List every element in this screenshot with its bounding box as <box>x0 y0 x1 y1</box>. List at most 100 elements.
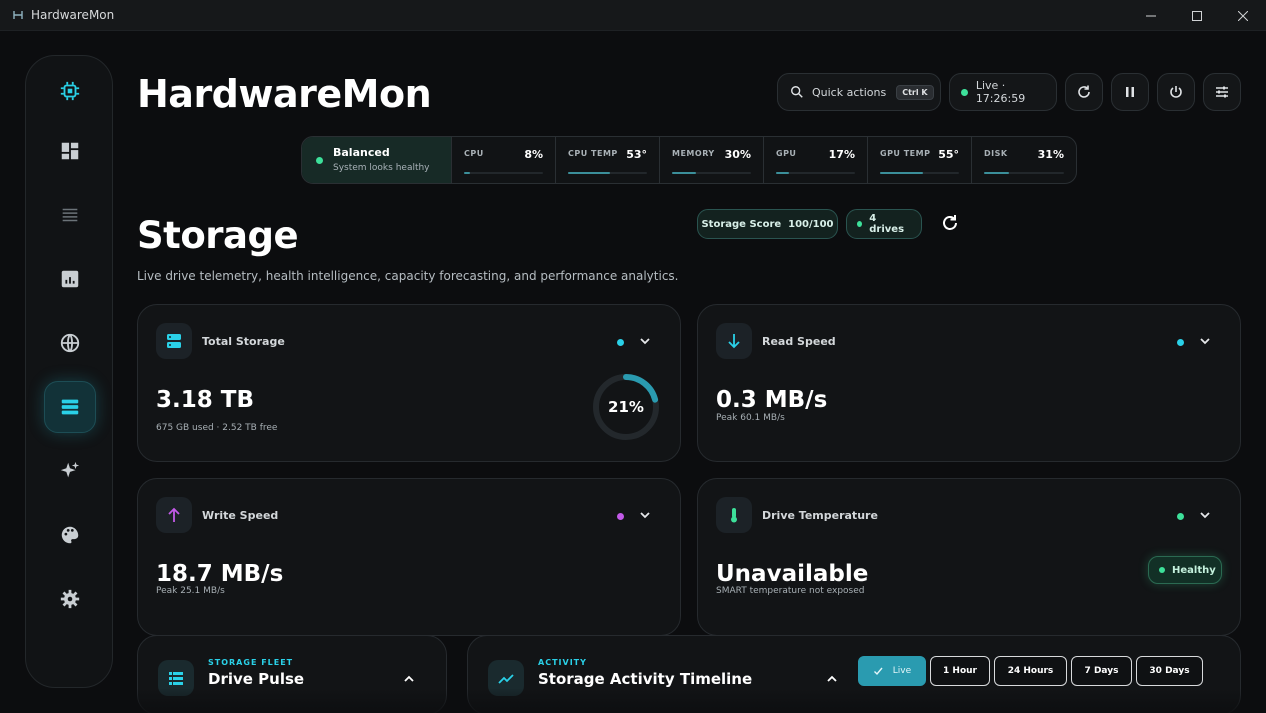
sidebar-item-analytics[interactable] <box>44 253 96 305</box>
quick-actions-label: Quick actions <box>812 85 887 99</box>
mode-sub: System looks healthy <box>333 163 430 173</box>
drives-badge[interactable]: 4 drives <box>846 209 922 239</box>
metric-cpu-temp: CPU TEMP 53° <box>556 137 660 183</box>
status-dot <box>1177 513 1184 520</box>
power-icon <box>1170 86 1182 98</box>
live-status: Live · 17:26:59 <box>949 73 1057 111</box>
metric-value: 30% <box>724 148 751 161</box>
title-bar: HardwareMon <box>0 0 1266 31</box>
metric-value: 8% <box>524 148 543 161</box>
metric-value: 17% <box>828 148 855 161</box>
card-sub: Peak 25.1 MB/s <box>156 586 225 596</box>
chevron-down-icon[interactable] <box>638 334 652 348</box>
card-label: Drive Temperature <box>762 509 878 522</box>
panel-kicker: ACTIVITY <box>538 658 587 667</box>
sidebar-item-network[interactable] <box>44 317 96 369</box>
card-sub: 675 GB used · 2.52 TB free <box>156 423 278 433</box>
metric-value: 31% <box>1037 148 1064 161</box>
refresh-icon <box>1078 85 1090 98</box>
check-icon <box>873 667 883 676</box>
chevron-down-icon[interactable] <box>638 508 652 522</box>
sidebar-item-storage[interactable] <box>44 381 96 433</box>
metric-bar <box>984 172 1064 174</box>
panel-title: Storage Activity Timeline <box>538 670 753 688</box>
thermometer-icon <box>731 508 737 523</box>
healthy-badge: Healthy <box>1148 556 1222 584</box>
card-value: 0.3 MB/s <box>716 387 828 413</box>
app-icon <box>11 8 25 22</box>
card-sub: Peak 60.1 MB/s <box>716 413 785 423</box>
bar-chart-icon <box>61 270 79 288</box>
metric-bar <box>672 172 751 174</box>
card-label: Read Speed <box>762 335 836 348</box>
live-dot <box>961 88 968 96</box>
total-storage-card: Total Storage 3.18 TB 675 GB used · 2.52… <box>137 304 681 462</box>
drive-pulse-panel: STORAGE FLEET Drive Pulse <box>137 635 447 713</box>
app-title: HardwareMon <box>137 72 432 116</box>
metric-gpu-temp: GPU TEMP 55° <box>868 137 972 183</box>
card-label: Total Storage <box>202 335 285 348</box>
metric-value: 53° <box>626 148 647 161</box>
power-button[interactable] <box>1157 73 1195 111</box>
read-speed-card: Read Speed 0.3 MB/s Peak 60.1 MB/s <box>697 304 1241 462</box>
trend-icon <box>498 674 514 684</box>
minimize-button[interactable] <box>1128 0 1174 31</box>
card-value: Unavailable <box>716 561 869 587</box>
sidebar <box>25 55 113 688</box>
server-icon <box>167 334 181 348</box>
drives-dot <box>857 221 863 227</box>
sidebar-item-cpu[interactable] <box>44 65 96 117</box>
storage-refresh-button[interactable] <box>940 213 960 233</box>
refresh-button[interactable] <box>1065 73 1103 111</box>
drives-label: 4 drives <box>869 213 905 235</box>
sidebar-item-themes[interactable] <box>44 509 96 561</box>
mode-dot <box>316 157 323 164</box>
close-button[interactable] <box>1220 0 1266 31</box>
storage-icon <box>61 399 79 415</box>
refresh-icon <box>943 215 957 230</box>
card-value: 18.7 MB/s <box>156 561 284 587</box>
shortcut-badge: Ctrl K <box>896 84 934 100</box>
range-24-hours-button[interactable]: 24 Hours <box>994 656 1067 686</box>
chevron-up-icon[interactable] <box>402 672 416 686</box>
range-7-days-button[interactable]: 7 Days <box>1071 656 1132 686</box>
live-label: Live · 17:26:59 <box>975 79 1026 105</box>
chevron-down-icon[interactable] <box>1198 508 1212 522</box>
card-label: Write Speed <box>202 509 279 522</box>
metric-bar <box>568 172 647 174</box>
storage-card-icon-box <box>156 323 192 359</box>
temp-card-icon-box <box>716 497 752 533</box>
arrow-down-icon <box>728 334 740 349</box>
settings-sliders-button[interactable] <box>1203 73 1241 111</box>
range-live-button[interactable]: Live <box>858 656 926 686</box>
metric-gpu: GPU 17% <box>764 137 868 183</box>
sliders-icon <box>1216 86 1228 98</box>
range-30-days-button[interactable]: 30 Days <box>1136 656 1203 686</box>
chevron-down-icon[interactable] <box>1198 334 1212 348</box>
gear-icon <box>60 589 80 609</box>
metric-disk: DISK 31% <box>972 137 1076 183</box>
sidebar-item-settings[interactable] <box>44 573 96 625</box>
chevron-up-icon[interactable] <box>825 672 839 686</box>
performance-mode[interactable]: Balanced System looks healthy <box>302 137 452 183</box>
globe-icon <box>60 333 80 353</box>
metric-bar <box>776 172 855 174</box>
status-dot <box>1177 339 1184 346</box>
mode-label: Balanced <box>333 146 390 159</box>
sidebar-item-list[interactable] <box>44 189 96 241</box>
list-icon <box>62 208 78 222</box>
quick-actions-button[interactable]: Quick actions Ctrl K <box>777 73 941 111</box>
storage-score-badge: Storage Score 100/100 <box>697 209 838 239</box>
activity-icon-box <box>488 660 524 696</box>
drive-temperature-card: Drive Temperature Unavailable SMART temp… <box>697 478 1241 636</box>
panel-title: Drive Pulse <box>208 670 305 688</box>
status-dot <box>617 513 624 520</box>
sidebar-item-dashboard[interactable] <box>44 125 96 177</box>
cpu-icon <box>60 81 80 101</box>
range-label: Live <box>892 666 912 676</box>
range-1-hour-button[interactable]: 1 Hour <box>930 656 990 686</box>
healthy-label: Healthy <box>1172 564 1216 576</box>
sidebar-item-ai[interactable] <box>44 445 96 497</box>
pause-button[interactable] <box>1111 73 1149 111</box>
maximize-button[interactable] <box>1174 0 1220 31</box>
